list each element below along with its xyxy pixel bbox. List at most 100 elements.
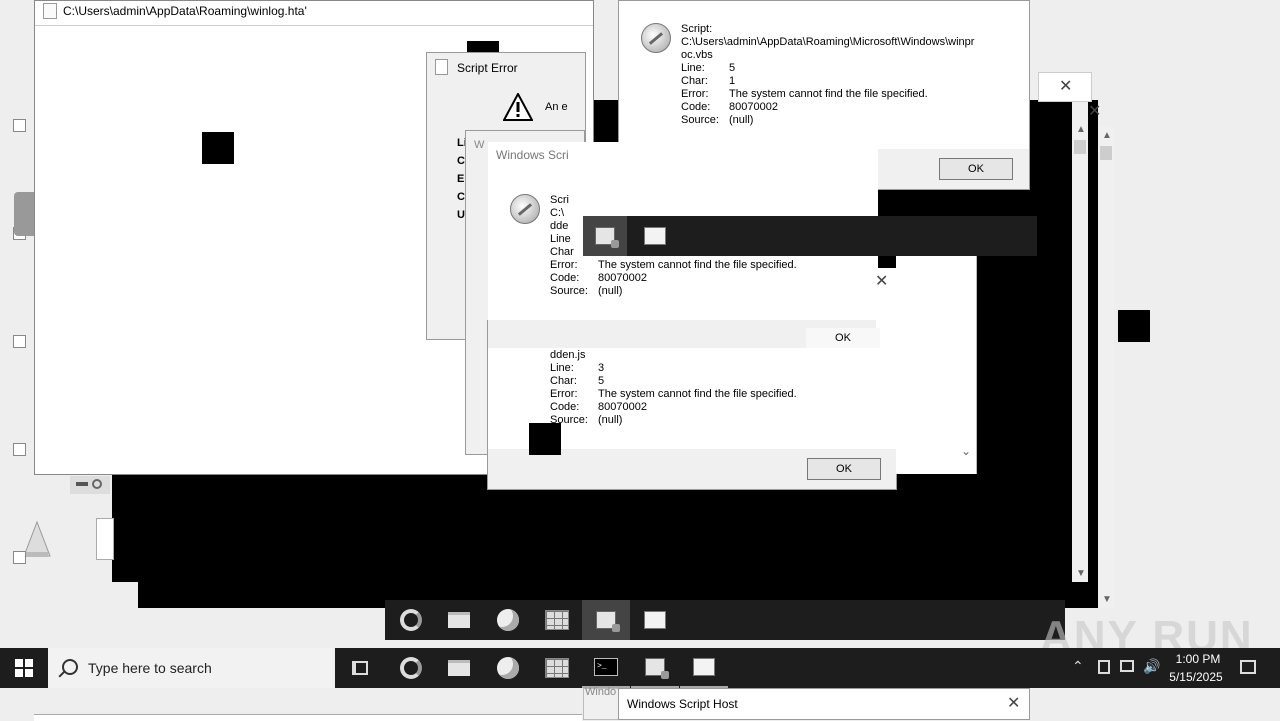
document-icon [644, 227, 666, 245]
desktop-item-checkbox[interactable] [13, 443, 26, 456]
document-icon [644, 611, 666, 629]
chevron-down-icon[interactable]: ⌄ [961, 444, 971, 458]
black-square [1118, 310, 1150, 342]
desktop-icon-fragment [14, 192, 34, 236]
search-box[interactable]: Type here to search [48, 648, 335, 688]
desktop-item-checkbox[interactable] [13, 119, 26, 132]
small-window-fragment [96, 518, 114, 560]
black-square [529, 423, 561, 455]
task-view-icon [352, 661, 368, 675]
explorer-thumb[interactable] [435, 600, 483, 640]
ok-button[interactable]: OK [939, 158, 1013, 180]
wsh-top-script-path: C:\Users\admin\AppData\Roaming\Microsoft… [681, 36, 975, 48]
vlc-cone-icon [23, 520, 51, 557]
close-icon[interactable]: ✕ [1059, 79, 1072, 95]
scroll-down-icon[interactable]: ▼ [1076, 568, 1086, 579]
app-thumb[interactable] [533, 600, 581, 640]
firefox-thumb[interactable] [484, 600, 532, 640]
wsh-bottom-dialog: Windows Script Host ✕ [618, 688, 1030, 720]
windows-logo-icon [15, 659, 33, 677]
scroll-up-icon[interactable]: ▲ [1102, 130, 1112, 141]
label-url: U [457, 209, 465, 221]
wsh-top-script-path-2: oc.vbs [681, 49, 713, 61]
taskbar-app[interactable] [533, 648, 581, 688]
search-icon-handle [58, 670, 66, 678]
wsh-mid-path-2: dde [550, 220, 569, 232]
line-label: Line: [681, 62, 705, 74]
wsh-mid-line-label: Line [550, 233, 571, 245]
clock-date[interactable]: 5/15/2025 [1166, 670, 1226, 684]
error-label: Error: [550, 388, 578, 400]
script-host-thumb[interactable] [582, 600, 630, 640]
script-host-thumb[interactable] [583, 216, 627, 256]
wsh-low-path: dden.js [550, 349, 586, 361]
taskbar-edge[interactable] [387, 648, 435, 688]
hta-title-icon [43, 3, 57, 19]
notification-icon[interactable] [1240, 660, 1256, 674]
document-thumb[interactable] [631, 600, 679, 640]
hta-window-title: C:\Users\admin\AppData\Roaming\winlog.ht… [63, 4, 307, 18]
label-char: C [457, 155, 465, 167]
scroll-down-icon[interactable]: ▼ [1102, 594, 1112, 605]
wsh-top-source-row: Source: (null) [681, 114, 753, 127]
taskbar-document[interactable] [680, 648, 728, 688]
source-value: (null) [729, 114, 754, 126]
monitor-icon[interactable] [1120, 660, 1134, 672]
bottom-window-partial-title: Windo [585, 686, 617, 698]
source-value: (null) [598, 285, 623, 297]
wsh-low-char-row: Char: 5 [550, 375, 604, 388]
chevron-up-icon[interactable]: ⌃ [1072, 658, 1084, 675]
desktop-item-checkbox[interactable] [13, 335, 26, 348]
desktop-icon-vlc[interactable] [22, 520, 52, 560]
black-window-scrollbar[interactable]: ▲ ▼ [1072, 100, 1088, 582]
taskbar-script-host[interactable] [631, 648, 679, 688]
error-value: The system cannot find the file specifie… [598, 259, 797, 271]
error-label: Error: [681, 88, 709, 100]
edge-thumb[interactable] [387, 600, 435, 640]
close-icon[interactable]: ✕ [1007, 696, 1020, 712]
script-error-title: Script Error [457, 61, 518, 75]
ok-button[interactable]: OK [806, 328, 880, 348]
code-label: Code: [550, 401, 580, 413]
start-button[interactable] [0, 648, 48, 688]
taskbar-explorer[interactable] [435, 648, 483, 688]
wsh-mid-code-row: Code: 80070002 [550, 272, 647, 285]
script-host-icon [596, 611, 620, 632]
volume-icon[interactable]: 🔊 [1143, 658, 1160, 675]
network-icon[interactable] [1098, 660, 1110, 674]
scroll-thumb[interactable] [1100, 146, 1112, 160]
task-view-button[interactable] [336, 648, 384, 688]
close-icon[interactable]: ✕ [875, 274, 888, 290]
taskbar: Type here to search >_ ⌃ 🔊 1:00 PM 5/15/… [0, 648, 1280, 688]
edge-icon [400, 609, 422, 631]
wsh-top-code-row: Code: 80070002 [681, 101, 778, 114]
device-icon [70, 476, 110, 494]
cmd-icon: >_ [594, 658, 618, 676]
wsh-top-line-row: Line: 5 [681, 62, 735, 75]
wsh-low-code-row: Code: 80070002 [550, 401, 647, 414]
search-placeholder: Type here to search [88, 660, 212, 676]
ok-button[interactable]: OK [807, 458, 881, 480]
wsh-mid-error-row: Error: The system cannot find the file sp… [550, 259, 797, 272]
line-value: 3 [598, 362, 605, 374]
error-value: The system cannot find the file specifie… [729, 88, 928, 100]
document-thumb[interactable] [631, 216, 679, 256]
char-value: 5 [598, 375, 605, 387]
code-label: Code: [681, 101, 711, 113]
taskbar-thumbnail-strip [583, 216, 1037, 256]
clock-time[interactable]: 1:00 PM [1174, 652, 1222, 666]
wsh-mid-title: Windows Scri [496, 148, 569, 162]
taskbar-firefox[interactable] [484, 648, 532, 688]
taskbar-cmd[interactable]: >_ [582, 648, 630, 688]
black-window-back-scrollbar[interactable]: ▲ ▼ [1098, 126, 1114, 608]
app-grid-icon [545, 658, 569, 678]
line-label: Line: [550, 362, 574, 374]
scroll-thumb[interactable] [1074, 140, 1086, 154]
scroll-up-icon[interactable]: ▲ [1076, 124, 1086, 135]
black-window-titlebar: ✕ [1038, 72, 1092, 102]
desktop-item-checkbox[interactable] [13, 551, 26, 564]
wsh-mid-path-1: C:\ [550, 207, 565, 219]
close-icon[interactable]: ✕ [1088, 104, 1101, 120]
error-label: Error: [550, 259, 578, 271]
script-host-icon [510, 194, 540, 224]
